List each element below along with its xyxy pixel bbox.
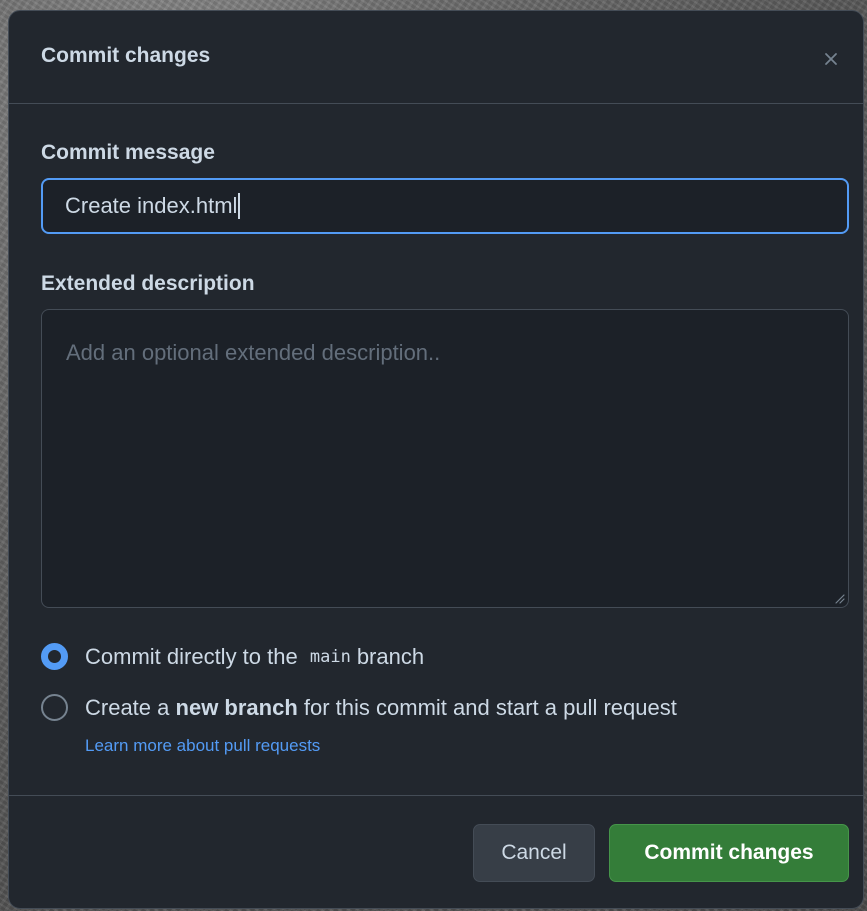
cancel-button[interactable]: Cancel — [473, 824, 595, 882]
commit-message-label: Commit message — [41, 141, 215, 164]
commit-dialog: Commit changes Commit message Create ind… — [8, 10, 864, 909]
close-button[interactable] — [817, 45, 845, 73]
extended-description-placeholder: Add an optional extended description.. — [66, 340, 441, 365]
dialog-title: Commit changes — [41, 44, 211, 67]
commit-changes-button[interactable]: Commit changes — [609, 824, 849, 882]
branch-name: main — [309, 646, 351, 667]
radio-new-branch[interactable]: Create a new branch for this commit and … — [41, 694, 677, 721]
learn-more-link[interactable]: Learn more about pull requests — [85, 736, 320, 756]
dialog-header: Commit changes — [9, 11, 863, 104]
new-branch-prefix: Create a — [85, 694, 170, 720]
new-branch-suffix: for this commit and start a pull request — [303, 694, 677, 720]
radio-commit-direct[interactable]: Commit directly to the main branch — [41, 643, 424, 670]
text-caret — [238, 193, 241, 219]
direct-suffix: branch — [356, 643, 425, 669]
extended-description-textarea[interactable]: Add an optional extended description.. — [41, 309, 849, 608]
commit-message-value: Create index.html — [65, 193, 238, 218]
radio-unchecked-icon[interactable] — [41, 694, 68, 721]
commit-message-input[interactable]: Create index.html — [41, 178, 849, 234]
resize-grip-icon[interactable] — [833, 592, 845, 604]
new-branch-bold: new branch — [175, 694, 298, 720]
close-icon — [825, 53, 837, 65]
radio-checked-icon[interactable] — [41, 643, 68, 670]
dialog-footer: Cancel Commit changes — [9, 795, 863, 908]
direct-prefix: Commit directly to the — [85, 643, 298, 669]
extended-description-label: Extended description — [41, 272, 255, 295]
